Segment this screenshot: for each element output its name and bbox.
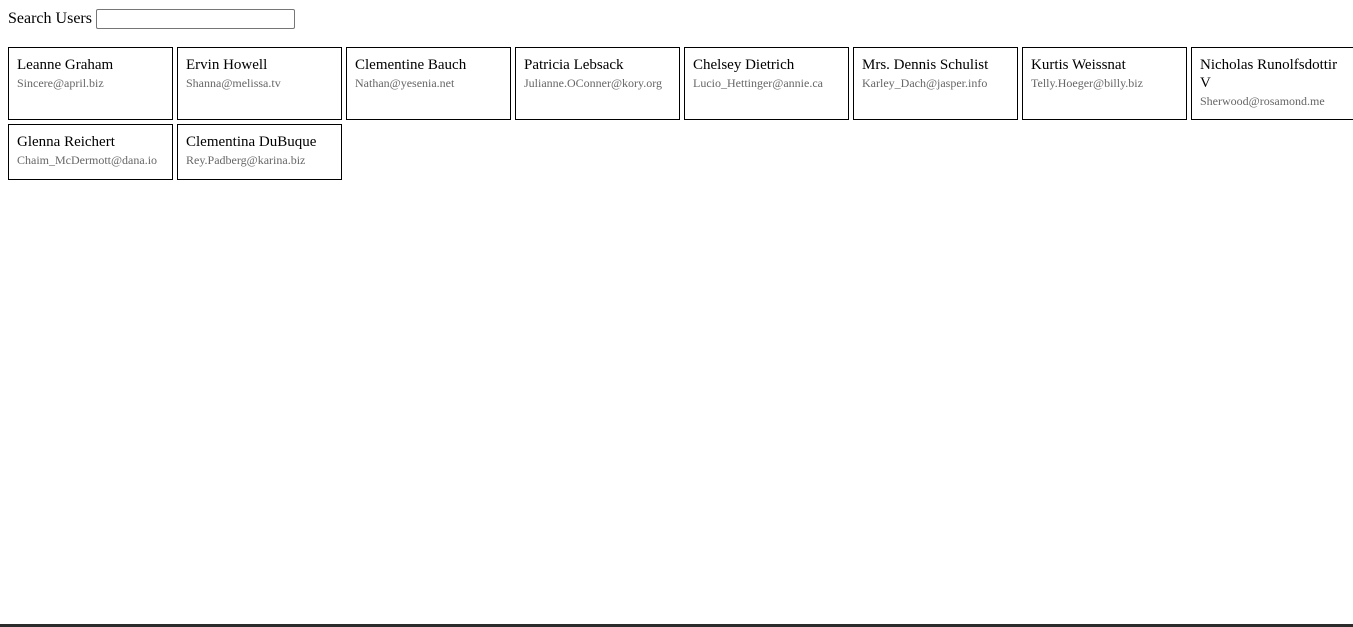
user-name: Clementina DuBuque xyxy=(186,134,317,150)
user-card: Chelsey Dietrich Lucio_Hettinger@annie.c… xyxy=(684,47,849,120)
user-name: Kurtis Weissnat xyxy=(1031,57,1126,73)
user-card: Ervin Howell Shanna@melissa.tv xyxy=(177,47,342,120)
user-name: Nicholas Runolfsdottir V xyxy=(1200,57,1338,91)
user-card: Clementine Bauch Nathan@yesenia.net xyxy=(346,47,511,120)
user-email: Shanna@melissa.tv xyxy=(186,76,281,90)
user-name: Clementine Bauch xyxy=(355,57,467,73)
user-name: Mrs. Dennis Schulist xyxy=(862,57,989,73)
user-email: Chaim_McDermott@dana.io xyxy=(17,153,158,167)
user-email: Julianne.OConner@kory.org xyxy=(524,76,663,90)
search-row: Search Users xyxy=(8,8,295,30)
user-name: Ervin Howell xyxy=(186,57,268,73)
user-name: Glenna Reichert xyxy=(17,134,115,150)
user-card: Nicholas Runolfsdottir V Sherwood@rosamo… xyxy=(1191,47,1353,120)
user-email: Rey.Padberg@karina.biz xyxy=(186,153,306,167)
user-name: Patricia Lebsack xyxy=(524,57,624,73)
user-card: Mrs. Dennis Schulist Karley_Dach@jasper.… xyxy=(853,47,1018,120)
user-email: Lucio_Hettinger@annie.ca xyxy=(693,76,823,90)
user-email: Sincere@april.biz xyxy=(17,76,104,90)
user-card: Kurtis Weissnat Telly.Hoeger@billy.biz xyxy=(1022,47,1187,120)
user-email: Sherwood@rosamond.me xyxy=(1200,94,1325,108)
user-email: Karley_Dach@jasper.info xyxy=(862,76,988,90)
user-email: Telly.Hoeger@billy.biz xyxy=(1031,76,1143,90)
user-name: Chelsey Dietrich xyxy=(693,57,795,73)
search-label: Search Users xyxy=(8,10,92,27)
user-email: Nathan@yesenia.net xyxy=(355,76,455,90)
user-name: Leanne Graham xyxy=(17,57,114,73)
user-card: Glenna Reichert Chaim_McDermott@dana.io xyxy=(8,124,173,180)
user-card-list: Leanne Graham Sincere@april.biz Ervin Ho… xyxy=(8,47,1353,180)
search-input[interactable] xyxy=(95,9,295,29)
user-card: Patricia Lebsack Julianne.OConner@kory.o… xyxy=(515,47,680,120)
user-card: Clementina DuBuque Rey.Padberg@karina.bi… xyxy=(177,124,342,180)
user-card: Leanne Graham Sincere@april.biz xyxy=(8,47,173,120)
